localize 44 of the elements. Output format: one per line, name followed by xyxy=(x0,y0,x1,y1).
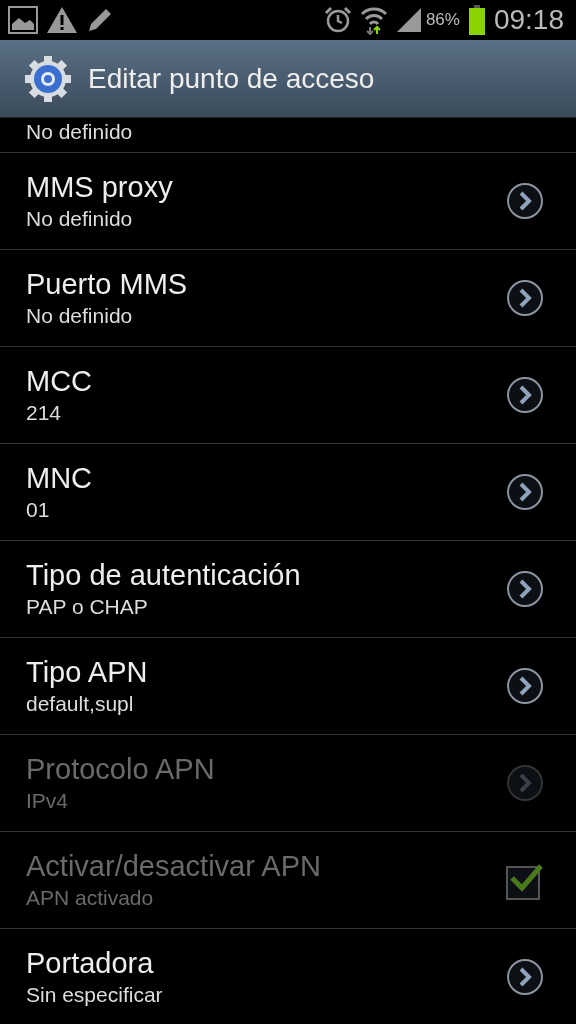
wifi-icon xyxy=(359,5,388,35)
setting-row[interactable]: Tipo APN default,supl xyxy=(0,638,576,735)
setting-title: Portadora xyxy=(26,946,155,981)
alarm-icon xyxy=(323,6,352,34)
battery-percent: 86% xyxy=(425,9,460,32)
setting-row[interactable]: Puerto MMS No definido xyxy=(0,250,576,347)
clock: 09:18 xyxy=(493,3,564,37)
chevron-icon[interactable] xyxy=(506,958,544,996)
setting-value: 214 xyxy=(26,400,63,426)
setting-row[interactable]: Tipo de autenticación PAP o CHAP xyxy=(0,541,576,638)
battery-icon xyxy=(467,5,486,35)
setting-value: APN activado xyxy=(26,885,155,911)
warning-icon xyxy=(46,6,78,34)
image-icon xyxy=(8,6,38,34)
setting-value: default,supl xyxy=(26,691,135,717)
setting-value: No definido xyxy=(26,303,134,329)
setting-title: Protocolo APN xyxy=(26,752,216,787)
setting-row[interactable]: MNC 01 xyxy=(0,444,576,541)
setting-value: Sin especificar xyxy=(26,982,164,1008)
setting-title: Tipo APN xyxy=(26,655,149,690)
setting-value: No definido xyxy=(26,119,133,145)
chevron-icon[interactable] xyxy=(506,182,544,220)
setting-title: Tipo de autenticación xyxy=(26,558,302,593)
setting-row[interactable]: MMS proxy No definido xyxy=(0,153,576,250)
setting-title: MNC xyxy=(26,461,94,496)
setting-value: 01 xyxy=(26,497,51,523)
setting-value: PAP o CHAP xyxy=(26,594,149,620)
chevron-icon[interactable] xyxy=(506,667,544,705)
setting-title: Activar/desactivar APN xyxy=(26,849,322,884)
chevron-icon[interactable] xyxy=(506,570,544,608)
chevron-icon[interactable] xyxy=(506,376,544,414)
setting-title: MCC xyxy=(26,364,94,399)
setting-row[interactable]: Portadora Sin especificar xyxy=(0,929,576,1024)
setting-value: No definido xyxy=(26,206,134,232)
setting-title: Puerto MMS xyxy=(26,267,189,302)
window-title: Editar punto de acceso xyxy=(88,61,375,96)
setting-row[interactable]: MCC 214 xyxy=(0,347,576,444)
chevron-icon[interactable] xyxy=(506,473,544,511)
setting-title: MMS proxy xyxy=(26,170,174,205)
signal-icon xyxy=(395,7,422,33)
gear-icon xyxy=(24,54,72,103)
pencil-icon xyxy=(86,6,114,34)
chevron-icon[interactable] xyxy=(506,279,544,317)
setting-value: IPv4 xyxy=(26,788,70,814)
